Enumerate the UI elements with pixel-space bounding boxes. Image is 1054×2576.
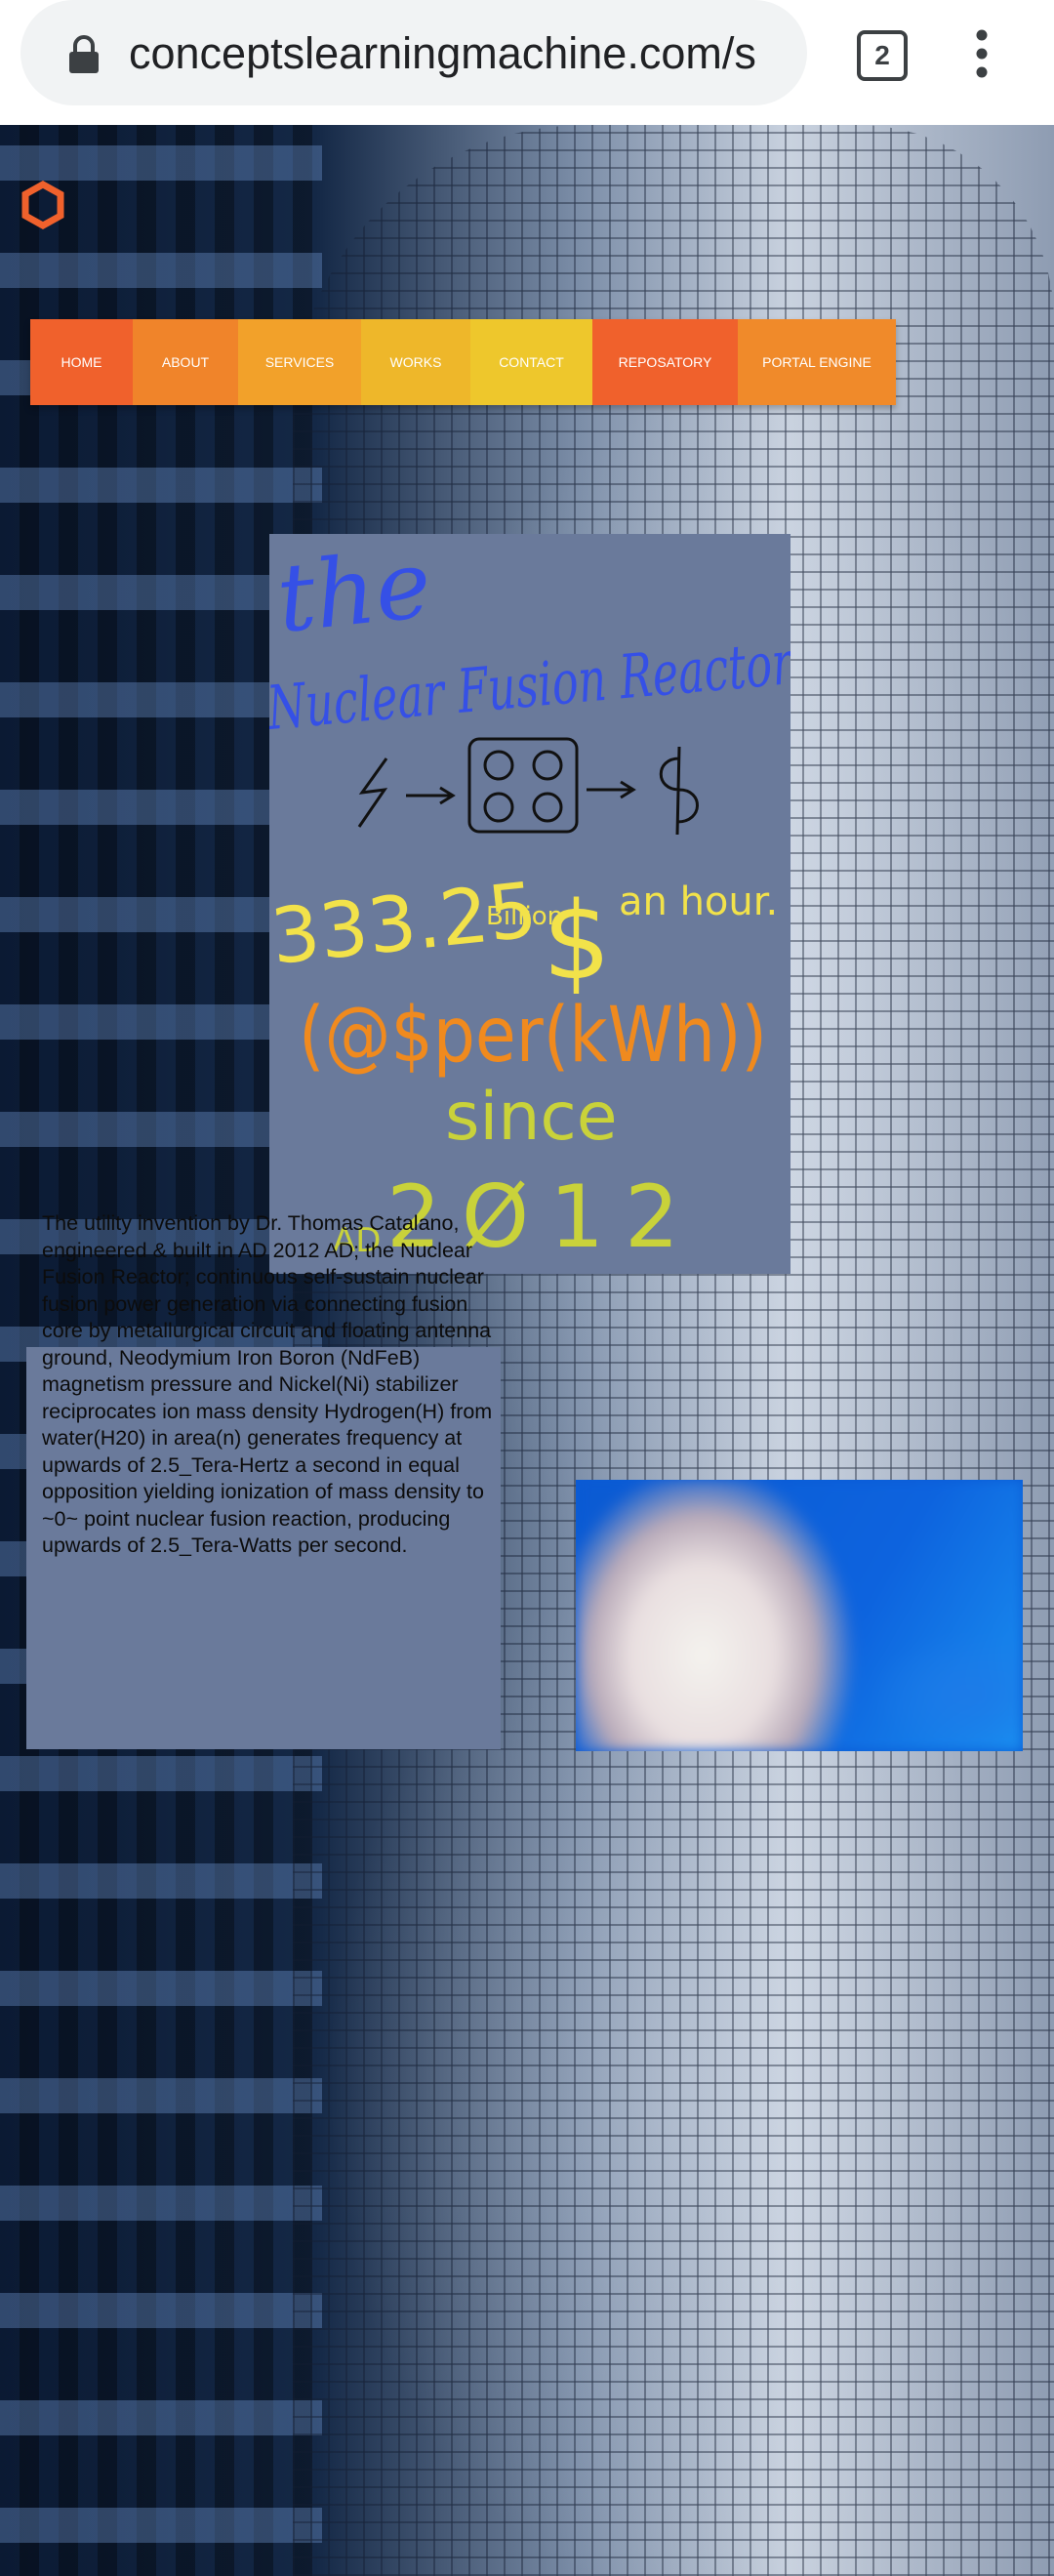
description-panel: The utility invention by Dr. Thomas Cata… [26, 1211, 501, 1749]
nav-contact[interactable]: CONTACT [470, 319, 592, 405]
hexagon-logo-icon[interactable] [18, 180, 68, 230]
nav-reposatory[interactable]: REPOSATORY [592, 319, 738, 405]
handwritten-reactor-drawing: the Nuclear Fusion Reactor 333.25 Billio… [269, 534, 790, 1274]
address-bar[interactable]: conceptslearningmachine.com/s [20, 0, 807, 105]
url-text[interactable]: conceptslearningmachine.com/s [129, 25, 802, 82]
page-background: HOME ABOUT SERVICES WORKS CONTACT REPOSA… [0, 125, 1054, 2576]
main-nav: HOME ABOUT SERVICES WORKS CONTACT REPOSA… [30, 319, 896, 405]
drawing-since: since [445, 1079, 618, 1156]
nav-portal-engine[interactable]: PORTAL ENGINE [738, 319, 896, 405]
browser-toolbar: conceptslearningmachine.com/s 2 [0, 0, 1054, 125]
drawing-line-the: the [272, 534, 436, 654]
lock-icon [69, 35, 99, 73]
blue-blurred-photo [576, 1480, 1023, 1751]
drawing-rate: an hour. [619, 879, 778, 924]
nav-home[interactable]: HOME [30, 319, 133, 405]
drawing-formula: (@$per(kWh)) [299, 992, 767, 1080]
reactor-sketch [357, 737, 699, 836]
drawing-currency: $ [543, 879, 611, 1003]
lightning-icon [357, 757, 388, 828]
nav-services[interactable]: SERVICES [238, 319, 361, 405]
dollar-sketch-icon [659, 746, 699, 836]
tabs-icon[interactable]: 2 [857, 30, 908, 81]
description-text: The utility invention by Dr. Thomas Cata… [42, 1211, 493, 1557]
nav-about[interactable]: ABOUT [133, 319, 238, 405]
nav-works[interactable]: WORKS [361, 319, 470, 405]
photo-content [576, 1480, 1023, 1751]
menu-dots-icon[interactable] [966, 27, 997, 80]
reactor-core-icon [467, 737, 579, 834]
